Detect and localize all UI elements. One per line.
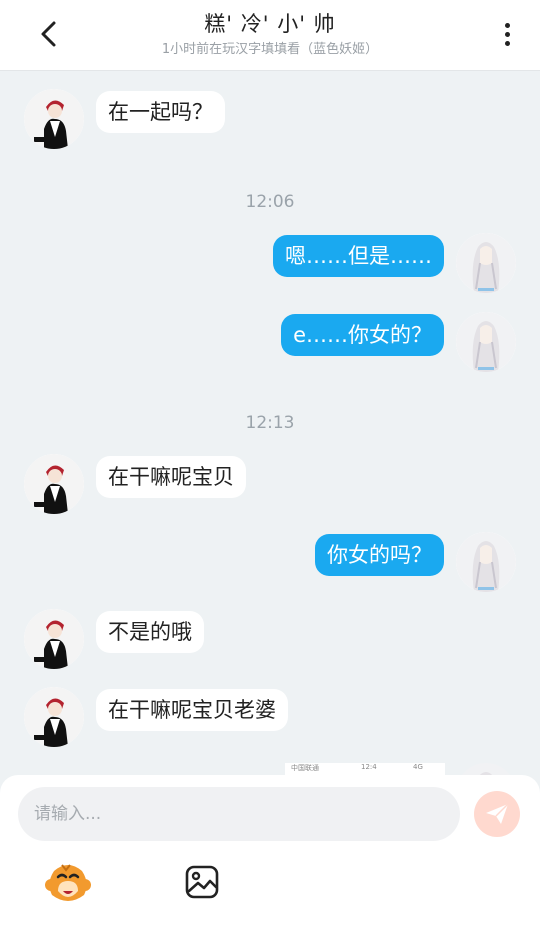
incoming-message-bubble[interactable]: 在干嘛呢宝贝老婆: [96, 689, 288, 731]
incoming-message-bubble[interactable]: 在干嘛呢宝贝: [96, 456, 246, 498]
contact-avatar-icon: [24, 454, 84, 514]
message-row: 嗯……但是……: [0, 233, 540, 297]
message-row: e……你女的？: [0, 312, 540, 376]
thumbnail-time-text: 12:4: [361, 763, 377, 771]
chat-header: 糕' 冷' 小' 帅 1小时前在玩汉字填填看（蓝色妖姬）: [0, 0, 540, 71]
contact-avatar[interactable]: [24, 454, 84, 514]
image-button[interactable]: [184, 864, 222, 902]
my-avatar[interactable]: [456, 532, 516, 592]
my-avatar-icon: [462, 763, 510, 775]
message-row: 在干嘛呢宝贝老婆: [0, 687, 540, 751]
incoming-message-bubble[interactable]: 在一起吗？: [96, 91, 225, 133]
message-row: 在干嘛呢宝贝: [0, 454, 540, 518]
my-avatar-icon: [456, 233, 516, 293]
contact-avatar[interactable]: [24, 687, 84, 747]
my-avatar[interactable]: [456, 233, 516, 293]
my-avatar-icon: [456, 532, 516, 592]
incoming-message-bubble[interactable]: 不是的哦: [96, 611, 204, 653]
thumbnail-carrier-text: 中国联通: [291, 764, 319, 772]
contact-avatar-icon: [24, 687, 84, 747]
contact-avatar[interactable]: [24, 609, 84, 669]
contact-status: 1小时前在玩汉字填填看（蓝色妖姬）: [161, 42, 379, 57]
my-avatar[interactable]: [456, 312, 516, 372]
more-dots-icon: [504, 22, 510, 28]
outgoing-message-bubble[interactable]: 嗯……但是……: [273, 235, 444, 277]
message-input[interactable]: [18, 787, 460, 841]
message-row: 你女的吗？: [0, 532, 540, 596]
contact-name: 糕' 冷' 小' 帅: [204, 12, 336, 36]
my-avatar[interactable]: [456, 763, 516, 775]
outgoing-message-bubble[interactable]: e……你女的？: [281, 314, 444, 356]
paper-plane-icon: [486, 803, 509, 824]
contact-avatar[interactable]: [24, 89, 84, 149]
thumbnail-status-text: 4G: [413, 763, 423, 771]
monkey-face-icon: [45, 864, 91, 901]
contact-avatar-icon: [24, 609, 84, 669]
outgoing-message-bubble[interactable]: 你女的吗？: [315, 534, 444, 576]
emoji-button[interactable]: [44, 861, 92, 905]
message-row: 在一起吗？: [0, 89, 540, 153]
my-avatar-icon: [456, 312, 516, 372]
image-icon: [185, 865, 219, 899]
image-message-thumbnail[interactable]: 中国联通 12:4 4G: [285, 763, 445, 775]
contact-avatar-icon: [24, 89, 84, 149]
send-button[interactable]: [474, 791, 520, 837]
more-options-button[interactable]: [492, 16, 522, 52]
message-list[interactable]: 在一起吗？ 12:06 嗯……但是…… e……你女的？ 12:13 在干嘛呢宝贝…: [0, 70, 540, 775]
composer-panel: [0, 775, 540, 930]
timestamp: 12:13: [245, 413, 295, 433]
timestamp: 12:06: [245, 192, 295, 212]
message-row: 不是的哦: [0, 609, 540, 673]
